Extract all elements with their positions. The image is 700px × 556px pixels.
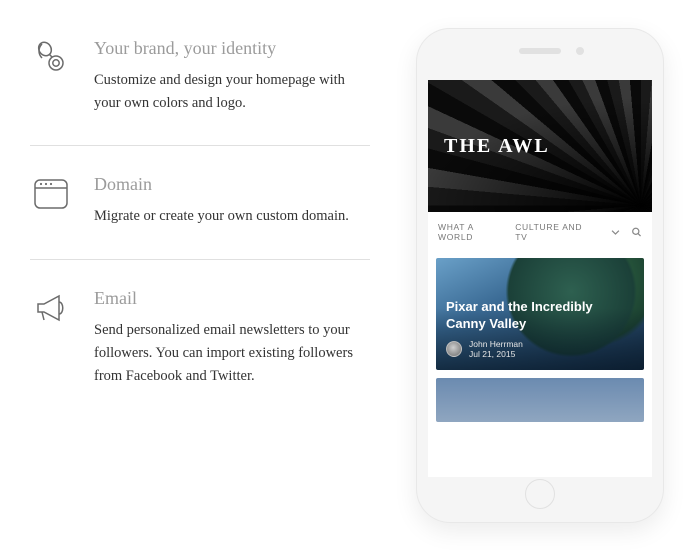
feature-brand-text: Your brand, your identity Customize and … [94, 38, 370, 115]
feature-domain-text: Domain Migrate or create your own custom… [94, 174, 349, 228]
search-icon[interactable] [631, 226, 642, 238]
feature-brand: Your brand, your identity Customize and … [30, 20, 370, 145]
feature-email: Email Send personalized email newsletter… [30, 259, 370, 419]
home-button-icon [525, 479, 555, 509]
feature-brand-desc: Customize and design your homepage with … [94, 69, 370, 115]
megaphone-icon [30, 288, 72, 330]
brand-icon [30, 38, 72, 80]
nav-item-world[interactable]: WHAT A WORLD [438, 222, 505, 242]
feature-domain-title: Domain [94, 174, 349, 195]
feature-email-desc: Send personalized email newsletters to y… [94, 319, 370, 389]
feature-brand-title: Your brand, your identity [94, 38, 370, 59]
features-list: Your brand, your identity Customize and … [30, 20, 370, 536]
feature-email-title: Email [94, 288, 370, 309]
author-avatar [446, 341, 462, 357]
article-meta: John Herrman Jul 21, 2015 [446, 339, 634, 360]
phone-device: THE AWL WHAT A WORLD CULTURE AND TV Pixa… [416, 28, 664, 523]
article-card[interactable]: Pixar and the Incredibly Canny Valley Jo… [436, 258, 644, 370]
phone-preview: THE AWL WHAT A WORLD CULTURE AND TV Pixa… [410, 20, 670, 536]
article-title: Pixar and the Incredibly Canny Valley [446, 299, 634, 333]
article-card-peek[interactable] [436, 378, 644, 422]
browser-window-icon [30, 174, 72, 216]
feature-domain: Domain Migrate or create your own custom… [30, 145, 370, 258]
feature-email-text: Email Send personalized email newsletter… [94, 288, 370, 389]
article-card-inner: Pixar and the Incredibly Canny Valley Jo… [446, 299, 634, 360]
nav-item-culture[interactable]: CULTURE AND TV [515, 222, 590, 242]
hero-banner: THE AWL [428, 80, 652, 212]
feature-domain-desc: Migrate or create your own custom domain… [94, 205, 349, 228]
article-date: Jul 21, 2015 [469, 349, 523, 360]
phone-screen: THE AWL WHAT A WORLD CULTURE AND TV Pixa… [428, 80, 652, 477]
author-name: John Herrman [469, 339, 523, 350]
publication-title: THE AWL [444, 135, 550, 158]
chevron-down-icon[interactable] [610, 226, 621, 238]
category-nav: WHAT A WORLD CULTURE AND TV [428, 212, 652, 252]
